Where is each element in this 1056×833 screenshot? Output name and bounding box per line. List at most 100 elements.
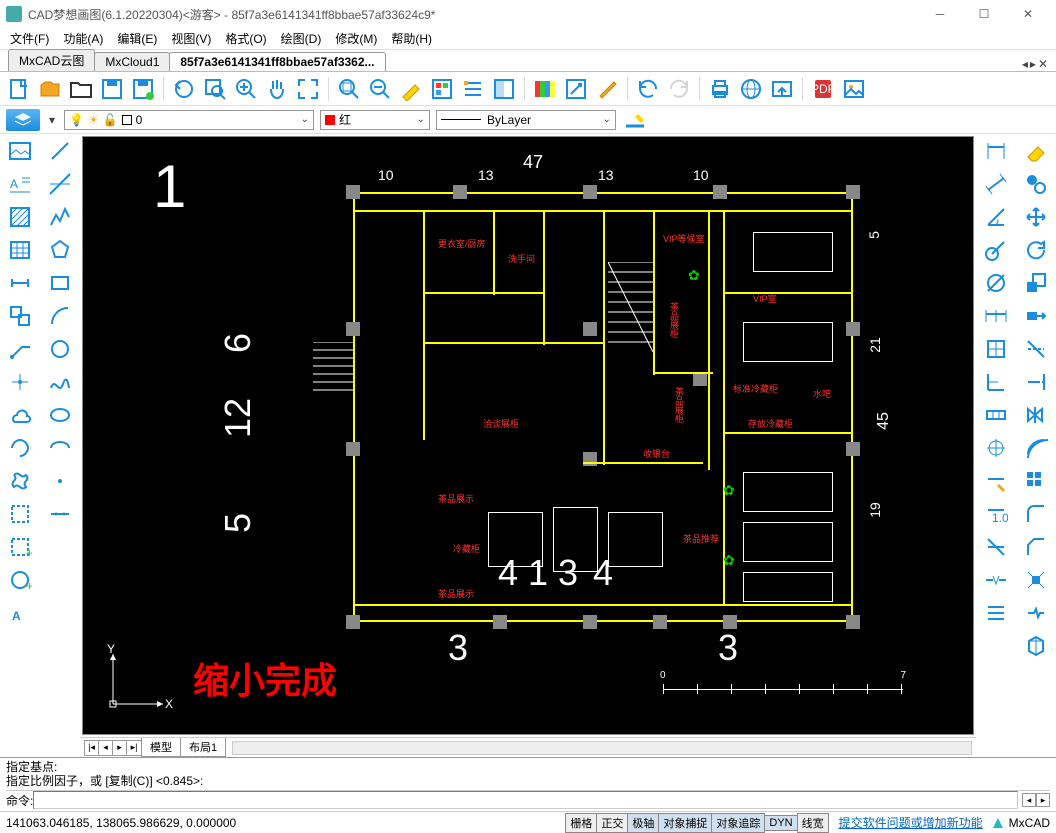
close-button[interactable]: ✕ [1006, 0, 1050, 28]
save-as-icon[interactable] [130, 76, 156, 102]
doc-tab-3[interactable]: 85f7a3e6141341ff8bbae57af3362... [169, 52, 385, 71]
dim-text-icon[interactable]: 1.0 [981, 499, 1011, 529]
move-icon[interactable] [1021, 202, 1051, 232]
doc-tab-1[interactable]: MxCAD云图 [8, 49, 95, 71]
image-icon[interactable] [841, 76, 867, 102]
dim-break-icon[interactable] [981, 565, 1011, 595]
dim-space-icon[interactable] [981, 598, 1011, 628]
menu-format[interactable]: 格式(O) [225, 30, 266, 47]
ellipse-arc-icon[interactable] [45, 433, 75, 463]
divide-icon[interactable] [45, 499, 75, 529]
print-icon[interactable] [707, 76, 733, 102]
dim-edit-icon[interactable] [981, 466, 1011, 496]
status-polar[interactable]: 极轴 [627, 813, 659, 833]
scale-icon[interactable] [1021, 268, 1051, 298]
color-palette-icon[interactable] [532, 76, 558, 102]
spline-icon[interactable] [45, 367, 75, 397]
zoom-window-icon[interactable] [202, 76, 228, 102]
lineweight-button[interactable] [622, 109, 648, 131]
menu-func[interactable]: 功能(A) [63, 30, 103, 47]
insert-image-icon[interactable] [5, 136, 35, 166]
revision-icon[interactable] [5, 466, 35, 496]
point-style-icon[interactable] [5, 367, 35, 397]
cloud-icon[interactable] [5, 400, 35, 430]
menu-file[interactable]: 文件(F) [10, 30, 49, 47]
hscrollbar[interactable] [232, 741, 972, 755]
rotate-icon[interactable] [1021, 235, 1051, 265]
menu-draw[interactable]: 绘图(D) [281, 30, 322, 47]
boundary-icon[interactable]: + [5, 565, 35, 595]
maximize-button[interactable]: ☐ [962, 0, 1006, 28]
fillet-icon[interactable] [1021, 499, 1051, 529]
properties-icon[interactable] [429, 76, 455, 102]
dim-style-icon[interactable] [5, 268, 35, 298]
dim-continue-icon[interactable] [981, 301, 1011, 331]
eraser-icon[interactable] [1021, 136, 1051, 166]
quick-dim-icon[interactable] [981, 532, 1011, 562]
block-icon[interactable] [5, 301, 35, 331]
new-file-icon[interactable] [6, 76, 32, 102]
offset-icon[interactable] [1021, 433, 1051, 463]
status-osnap[interactable]: 对象捕捉 [658, 813, 712, 833]
menu-help[interactable]: 帮助(H) [391, 30, 432, 47]
mtext-icon[interactable]: A [5, 598, 35, 628]
highlight-icon[interactable] [398, 76, 424, 102]
status-otrack[interactable]: 对象追踪 [711, 813, 765, 833]
layer-select[interactable]: 💡 ☀ 🔓 0 ⌄ [64, 110, 314, 130]
layer-iso-icon[interactable] [491, 76, 517, 102]
linetype-select[interactable]: ByLayer ⌄ [436, 110, 616, 130]
zoom-extents-icon[interactable] [295, 76, 321, 102]
region-add-icon[interactable]: + [5, 532, 35, 562]
copy-icon[interactable] [1021, 169, 1051, 199]
status-ortho[interactable]: 正交 [596, 813, 628, 833]
center-mark-icon[interactable] [981, 433, 1011, 463]
save-icon[interactable] [99, 76, 125, 102]
layers-button[interactable] [6, 109, 40, 131]
web-icon[interactable] [738, 76, 764, 102]
region-icon[interactable] [5, 499, 35, 529]
zoom-out-icon[interactable] [367, 76, 393, 102]
redo-icon[interactable] [666, 76, 692, 102]
leader-icon[interactable] [5, 334, 35, 364]
point-icon[interactable] [45, 466, 75, 496]
extend-icon[interactable] [1021, 367, 1051, 397]
tab-close-icon[interactable]: ✕ [1038, 57, 1048, 71]
tolerance-icon[interactable] [981, 400, 1011, 430]
zoom-in-icon[interactable] [233, 76, 259, 102]
xline-icon[interactable] [45, 169, 75, 199]
status-grid[interactable]: 栅格 [565, 813, 597, 833]
doc-tab-2[interactable]: MxCloud1 [94, 52, 170, 71]
dim-aligned-icon[interactable] [981, 169, 1011, 199]
menu-modify[interactable]: 修改(M) [335, 30, 377, 47]
feedback-link[interactable]: 提交软件问题或增加新功能 [839, 814, 983, 831]
open-folder3d-icon[interactable] [37, 76, 63, 102]
ellipse-icon[interactable] [45, 400, 75, 430]
tab-prev-icon[interactable]: ◂ [1022, 57, 1028, 71]
pdf-icon[interactable]: PDF [810, 76, 836, 102]
text-style-icon[interactable]: A [5, 169, 35, 199]
pan-icon[interactable] [264, 76, 290, 102]
view-tab-layout1[interactable]: 布局1 [180, 738, 226, 757]
break-icon[interactable] [1021, 598, 1051, 628]
mirror-icon[interactable] [1021, 400, 1051, 430]
stretch-icon[interactable] [1021, 301, 1051, 331]
undo-view-icon[interactable] [171, 76, 197, 102]
line-icon[interactable] [45, 136, 75, 166]
dim-angular-icon[interactable] [981, 202, 1011, 232]
trim-icon[interactable] [1021, 334, 1051, 364]
match-prop-icon[interactable] [563, 76, 589, 102]
list-icon[interactable] [460, 76, 486, 102]
dim-diameter-icon[interactable] [981, 268, 1011, 298]
menu-edit[interactable]: 编辑(E) [117, 30, 157, 47]
dim-radius-icon[interactable] [981, 235, 1011, 265]
polyline-icon[interactable] [45, 202, 75, 232]
minimize-button[interactable]: ─ [918, 0, 962, 28]
open-folder-icon[interactable] [68, 76, 94, 102]
status-dyn[interactable]: DYN [764, 815, 797, 831]
circle-icon[interactable] [45, 334, 75, 364]
zoom-all-icon[interactable] [336, 76, 362, 102]
drawing-canvas[interactable]: 1 47 10 13 13 10 6 12 5 5 21 45 19 4 1 3… [82, 136, 974, 735]
brush-icon[interactable] [594, 76, 620, 102]
join-icon[interactable] [1021, 631, 1051, 661]
chamfer-icon[interactable] [1021, 532, 1051, 562]
